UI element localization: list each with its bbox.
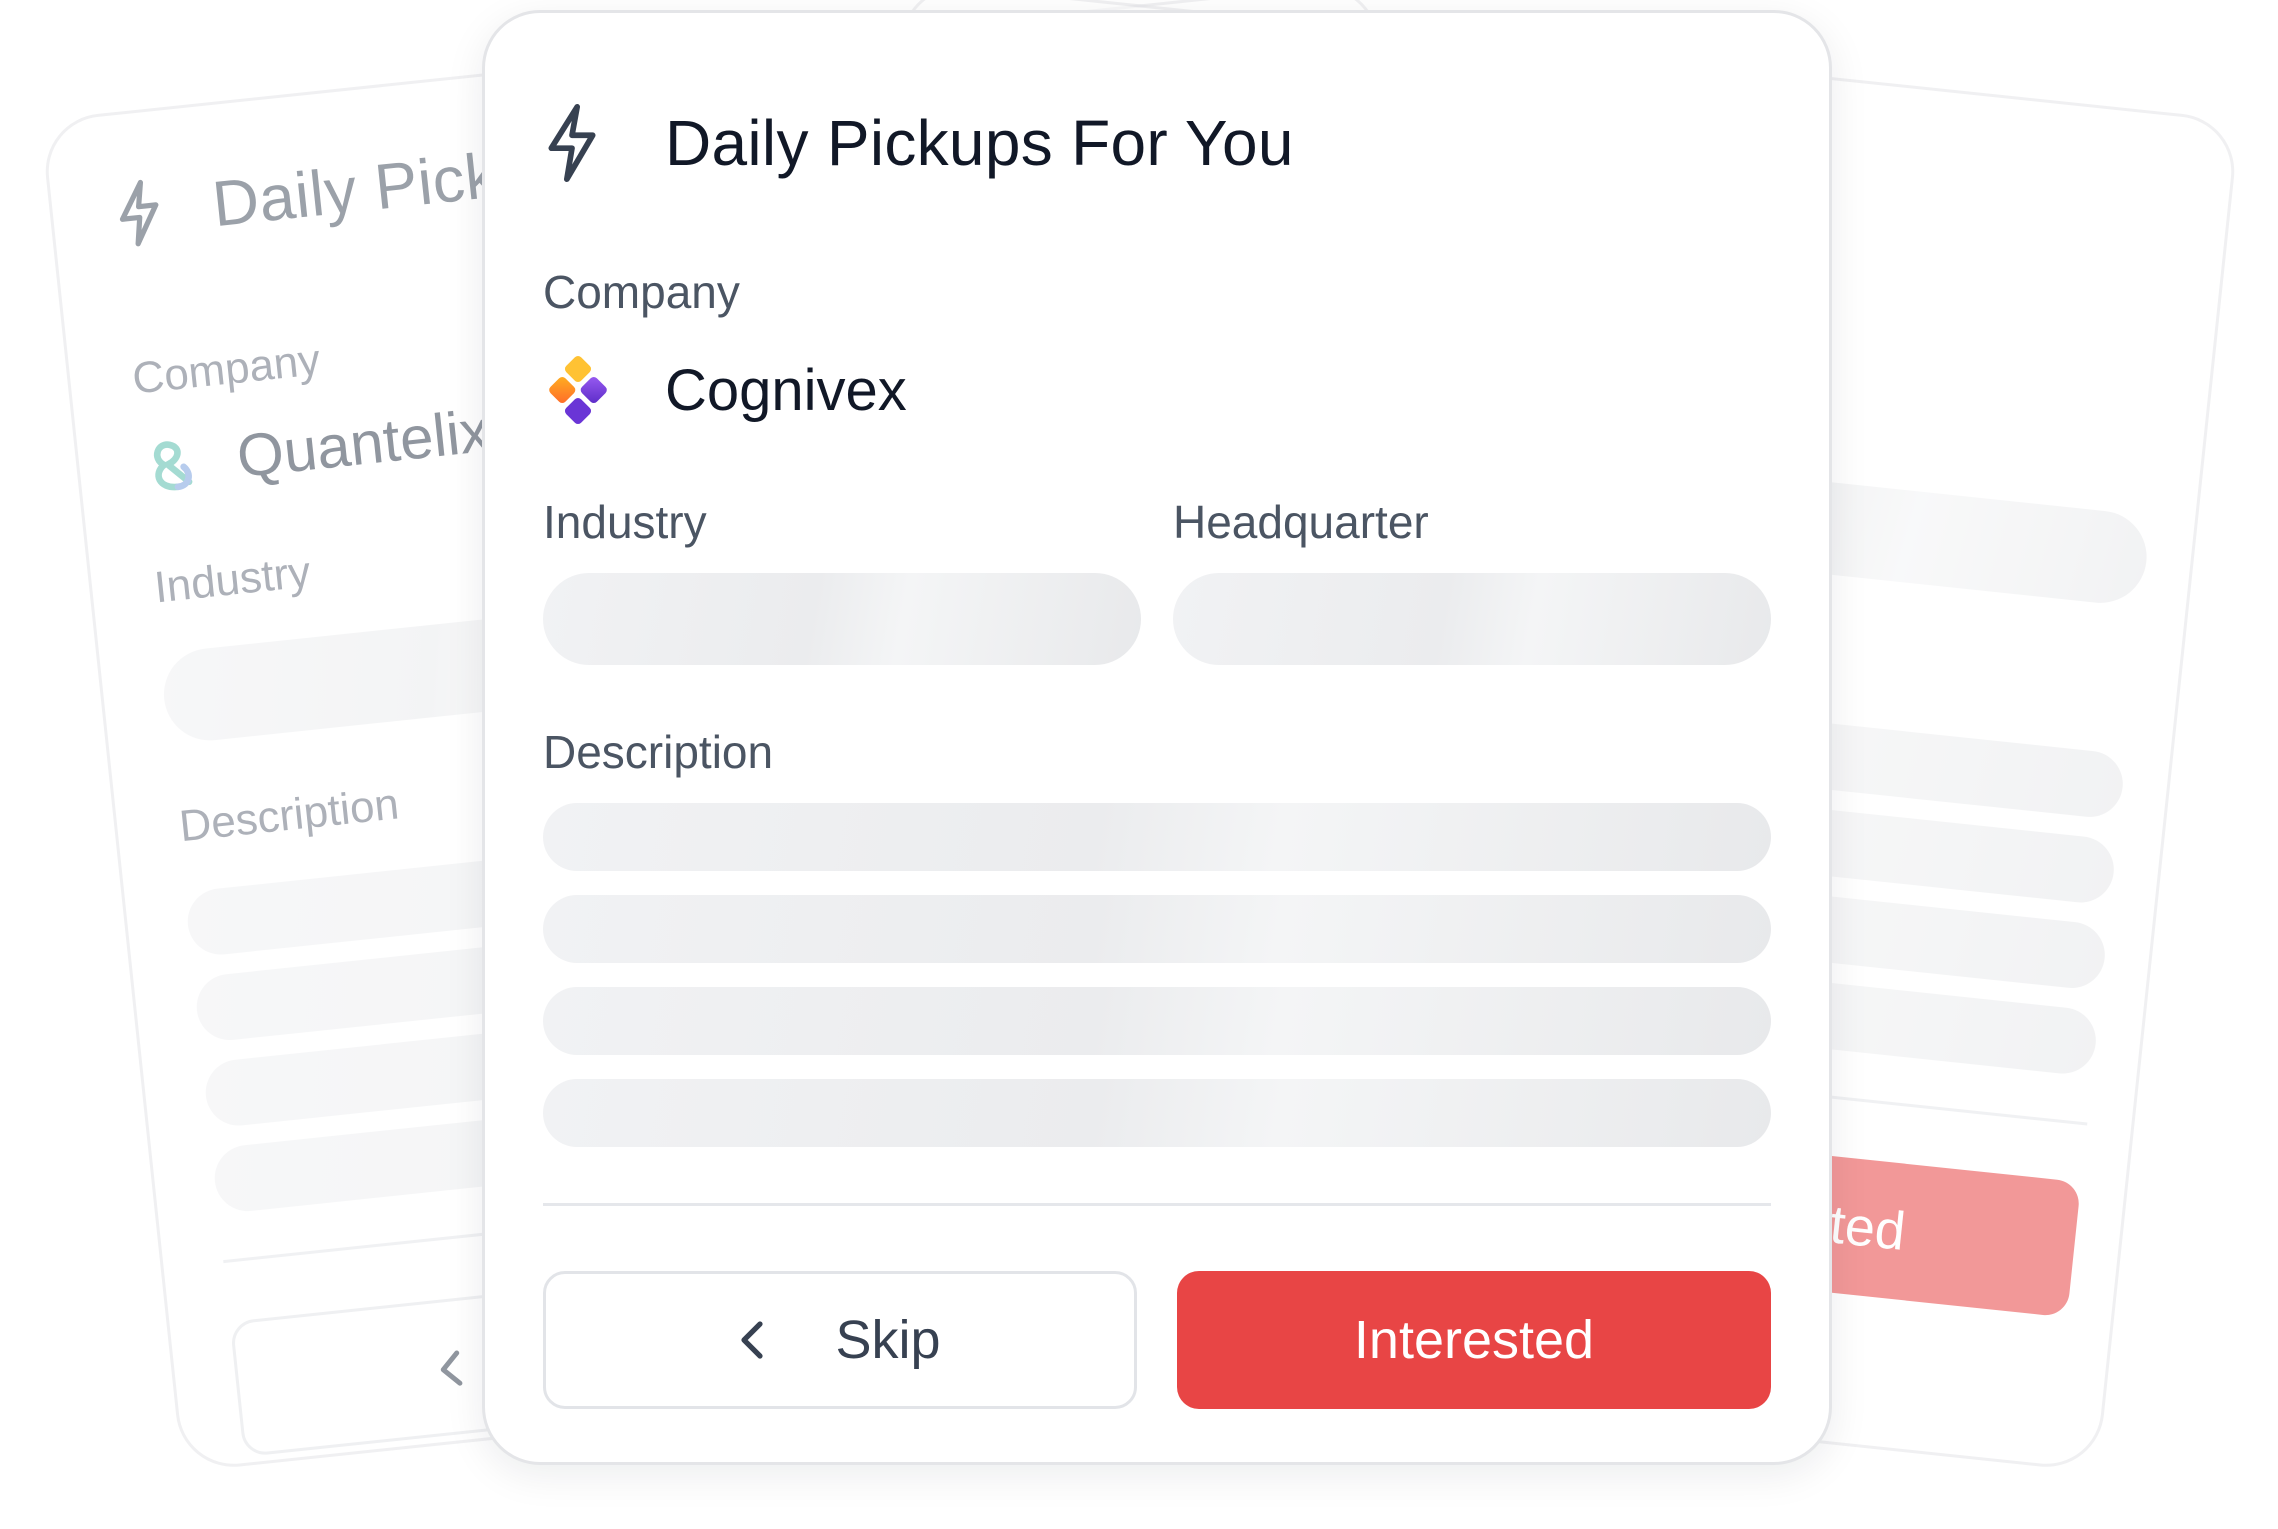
card-header: Daily Pickups For You xyxy=(541,93,1294,193)
interested-button[interactable]: Interested xyxy=(1177,1271,1771,1409)
description-skeleton-2 xyxy=(543,895,1771,963)
description-skeleton-4 xyxy=(543,1079,1771,1147)
industry-skeleton xyxy=(543,573,1141,665)
back-left-company-name: Quantelix xyxy=(233,396,493,491)
chevron-left-icon xyxy=(741,1321,764,1359)
skip-button[interactable]: Skip xyxy=(543,1271,1137,1409)
headquarter-label: Headquarter xyxy=(1173,496,1429,548)
lightning-bolt-icon xyxy=(119,179,159,247)
back-left-description-label: Description xyxy=(177,779,402,852)
description-skeleton-1 xyxy=(543,803,1771,871)
company-row: Cognivex xyxy=(543,355,907,425)
quantelix-logo xyxy=(153,441,193,491)
company-name: Cognivex xyxy=(665,357,907,423)
back-left-company-label: Company xyxy=(130,335,323,404)
back-left-industry-label: Industry xyxy=(151,547,313,613)
daily-pickups-card: Daily Pickups For You Company Cognivex I… xyxy=(482,10,1832,1465)
headquarter-skeleton xyxy=(1173,573,1771,665)
industry-label: Industry xyxy=(543,496,707,548)
stage: Daily Picku Company Quantelix Industry D… xyxy=(0,0,2278,1529)
lightning-bolt-icon xyxy=(548,103,596,183)
description-label: Description xyxy=(543,726,774,778)
card-title: Daily Pickups For You xyxy=(665,107,1294,179)
divider xyxy=(543,1203,1771,1206)
description-skeleton-3 xyxy=(543,987,1771,1055)
cognivex-logo xyxy=(549,355,607,425)
company-label: Company xyxy=(543,266,740,318)
skip-button-label: Skip xyxy=(835,1310,941,1370)
chevron-left-icon xyxy=(440,1350,463,1386)
interested-button-label: Interested xyxy=(1353,1310,1595,1370)
